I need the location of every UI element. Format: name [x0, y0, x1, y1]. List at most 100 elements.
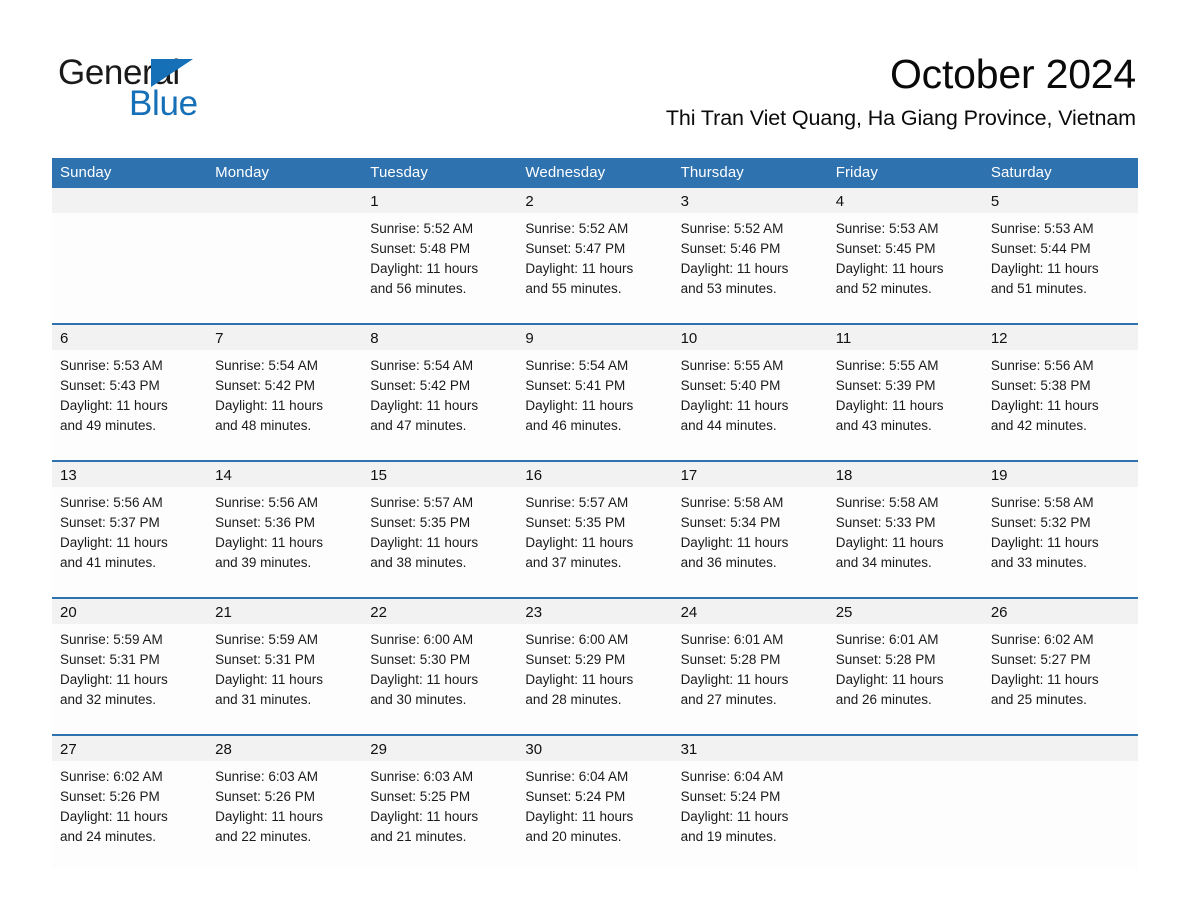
day-number-8[interactable]: 8: [362, 325, 517, 350]
day-number-21[interactable]: 21: [207, 599, 362, 624]
day-number-14[interactable]: 14: [207, 462, 362, 487]
day-number-16[interactable]: 16: [517, 462, 672, 487]
day-cell-13[interactable]: Sunrise: 5:56 AM Sunset: 5:37 PM Daylight:…: [52, 487, 207, 597]
day-info-line: Sunrise: 5:52 AM: [525, 221, 629, 236]
day-cell-24[interactable]: Sunrise: 6:01 AM Sunset: 5:28 PM Daylight:…: [673, 624, 828, 734]
day-cell-8[interactable]: Sunrise: 5:54 AM Sunset: 5:42 PM Daylight:…: [362, 350, 517, 460]
day-number-18[interactable]: 18: [828, 462, 983, 487]
day-info-line: Daylight: 11 hours: [680, 398, 789, 413]
day-cell-16[interactable]: Sunrise: 5:57 AM Sunset: 5:35 PM Daylight:…: [517, 487, 672, 597]
day-info-line: and 51 minutes.: [990, 281, 1087, 296]
day-info-line: Sunset: 5:42 PM: [215, 378, 315, 393]
day-number-5[interactable]: 5: [983, 188, 1138, 213]
day-info-line: and 46 minutes.: [525, 418, 622, 433]
day-info-line: Sunset: 5:43 PM: [60, 378, 160, 393]
day-cell-18[interactable]: Sunrise: 5:58 AM Sunset: 5:33 PM Daylight:…: [828, 487, 983, 597]
day-info-line: Sunrise: 5:59 AM: [60, 632, 163, 647]
day-info-line: Daylight: 11 hours: [990, 398, 1099, 413]
day-number-28[interactable]: 28: [207, 736, 362, 761]
day-info-line: and 56 minutes.: [370, 281, 467, 296]
day-info-line: Sunset: 5:48 PM: [370, 241, 471, 256]
day-cell-19[interactable]: Sunrise: 5:58 AM Sunset: 5:32 PM Daylight:…: [983, 487, 1138, 597]
day-cell-14[interactable]: Sunrise: 5:56 AM Sunset: 5:36 PM Daylight:…: [207, 487, 362, 597]
day-info-line: Sunset: 5:38 PM: [990, 378, 1091, 393]
day-number-12[interactable]: 12: [983, 325, 1138, 350]
calendar-table: Sunday Monday Tuesday Wednesday Thursday Frid…: [52, 158, 1138, 869]
day-number-1[interactable]: 1: [362, 188, 517, 213]
day-number-31[interactable]: 31: [673, 736, 828, 761]
day-cell-22[interactable]: Sunrise: 6:00 AM Sunset: 5:30 PM Daylight:…: [362, 624, 517, 734]
day-number-19[interactable]: 19: [983, 462, 1138, 487]
day-info-line: and 38 minutes.: [370, 555, 467, 570]
day-number-15[interactable]: 15: [362, 462, 517, 487]
day-cell-3[interactable]: Sunrise: 5:52 AM Sunset: 5:46 PM Daylight:…: [673, 213, 828, 323]
day-cell-5[interactable]: Sunrise: 5:53 AM Sunset: 5:44 PM Daylight:…: [983, 213, 1138, 323]
day-cell-6[interactable]: Sunrise: 5:53 AM Sunset: 5:43 PM Daylight:…: [52, 350, 207, 460]
calendar-week-row: 1 2 3 4 5 Sunrise: 5:52 AM Sunset: 5:48 PM Dayl…: [52, 188, 1138, 323]
day-cell-30[interactable]: Sunrise: 6:04 AM Sunset: 5:24 PM Daylight:…: [517, 761, 672, 869]
day-number-22[interactable]: 22: [362, 599, 517, 624]
day-info-line: Daylight: 11 hours: [215, 672, 323, 687]
day-number-7[interactable]: 7: [207, 325, 362, 350]
day-number-empty: [983, 736, 1138, 761]
day-info-line: Sunrise: 5:53 AM: [835, 221, 939, 236]
weekday-header-tuesday: Tuesday: [370, 164, 428, 181]
day-cell-11[interactable]: Sunrise: 5:55 AM Sunset: 5:39 PM Daylight:…: [828, 350, 983, 460]
day-number-10[interactable]: 10: [673, 325, 828, 350]
day-info-line: Sunset: 5:29 PM: [525, 652, 626, 667]
day-cell-12[interactable]: Sunrise: 5:56 AM Sunset: 5:38 PM Daylight:…: [983, 350, 1138, 460]
day-number-25[interactable]: 25: [828, 599, 983, 624]
day-cell-10[interactable]: Sunrise: 5:55 AM Sunset: 5:40 PM Daylight:…: [673, 350, 828, 460]
day-cell-4[interactable]: Sunrise: 5:53 AM Sunset: 5:45 PM Daylight:…: [828, 213, 983, 323]
weekday-header-wednesday: Wednesday: [525, 164, 606, 181]
day-info-line: Sunset: 5:41 PM: [525, 378, 626, 393]
day-number-17[interactable]: 17: [673, 462, 828, 487]
day-info-line: Sunrise: 5:52 AM: [370, 221, 474, 236]
day-cell-29[interactable]: Sunrise: 6:03 AM Sunset: 5:25 PM Daylight:…: [362, 761, 517, 869]
day-number-4[interactable]: 4: [828, 188, 983, 213]
day-info-line: Sunset: 5:33 PM: [835, 515, 936, 530]
day-info-line: and 43 minutes.: [835, 418, 932, 433]
day-number-29[interactable]: 29: [362, 736, 517, 761]
day-cell-empty: [983, 761, 1138, 869]
day-cell-15[interactable]: Sunrise: 5:57 AM Sunset: 5:35 PM Daylight:…: [362, 487, 517, 597]
day-cell-2[interactable]: Sunrise: 5:52 AM Sunset: 5:47 PM Daylight:…: [517, 213, 672, 323]
day-cell-9[interactable]: Sunrise: 5:54 AM Sunset: 5:41 PM Daylight:…: [517, 350, 672, 460]
calendar-weeks: 1 2 3 4 5 Sunrise: 5:52 AM Sunset: 5:48 PM Dayl…: [52, 188, 1138, 869]
calendar-page: General Blue October 2024 Thi Tran Viet …: [0, 0, 1188, 918]
day-info-line: Sunset: 5:24 PM: [525, 789, 626, 804]
page-header: General Blue October 2024 Thi Tran Viet …: [0, 0, 1188, 155]
day-cell-21[interactable]: Sunrise: 5:59 AM Sunset: 5:31 PM Daylight:…: [207, 624, 362, 734]
day-cell-17[interactable]: Sunrise: 5:58 AM Sunset: 5:34 PM Daylight:…: [673, 487, 828, 597]
day-info-line: Sunset: 5:26 PM: [215, 789, 315, 804]
day-number-13[interactable]: 13: [52, 462, 207, 487]
day-info-line: Daylight: 11 hours: [990, 261, 1099, 276]
day-info-line: and 34 minutes.: [835, 555, 932, 570]
day-number-3[interactable]: 3: [673, 188, 828, 213]
day-info-line: Sunrise: 6:00 AM: [525, 632, 629, 647]
day-info-line: Sunrise: 5:56 AM: [990, 358, 1094, 373]
day-cell-7[interactable]: Sunrise: 5:54 AM Sunset: 5:42 PM Daylight:…: [207, 350, 362, 460]
day-info-line: Daylight: 11 hours: [525, 398, 634, 413]
day-number-11[interactable]: 11: [828, 325, 983, 350]
day-info-line: and 20 minutes.: [525, 829, 622, 844]
calendar-week-row: 13 14 15 16 17 18 19 Sunrise: 5:56 AM Sunset: 5:…: [52, 460, 1138, 597]
day-cell-27[interactable]: Sunrise: 6:02 AM Sunset: 5:26 PM Daylight:…: [52, 761, 207, 869]
day-number-23[interactable]: 23: [517, 599, 672, 624]
day-number-27[interactable]: 27: [52, 736, 207, 761]
day-number-26[interactable]: 26: [983, 599, 1138, 624]
day-info-line: Sunrise: 6:01 AM: [835, 632, 939, 647]
day-number-9[interactable]: 9: [517, 325, 672, 350]
day-number-6[interactable]: 6: [52, 325, 207, 350]
day-number-24[interactable]: 24: [673, 599, 828, 624]
day-number-2[interactable]: 2: [517, 188, 672, 213]
day-cell-20[interactable]: Sunrise: 5:59 AM Sunset: 5:31 PM Daylight:…: [52, 624, 207, 734]
day-number-20[interactable]: 20: [52, 599, 207, 624]
day-cell-25[interactable]: Sunrise: 6:01 AM Sunset: 5:28 PM Daylight:…: [828, 624, 983, 734]
day-cell-23[interactable]: Sunrise: 6:00 AM Sunset: 5:29 PM Daylight:…: [517, 624, 672, 734]
day-number-30[interactable]: 30: [517, 736, 672, 761]
day-cell-31[interactable]: Sunrise: 6:04 AM Sunset: 5:24 PM Daylight:…: [673, 761, 828, 869]
day-cell-1[interactable]: Sunrise: 5:52 AM Sunset: 5:48 PM Daylight:…: [362, 213, 517, 323]
day-cell-26[interactable]: Sunrise: 6:02 AM Sunset: 5:27 PM Daylight:…: [983, 624, 1138, 734]
day-cell-28[interactable]: Sunrise: 6:03 AM Sunset: 5:26 PM Daylight:…: [207, 761, 362, 869]
